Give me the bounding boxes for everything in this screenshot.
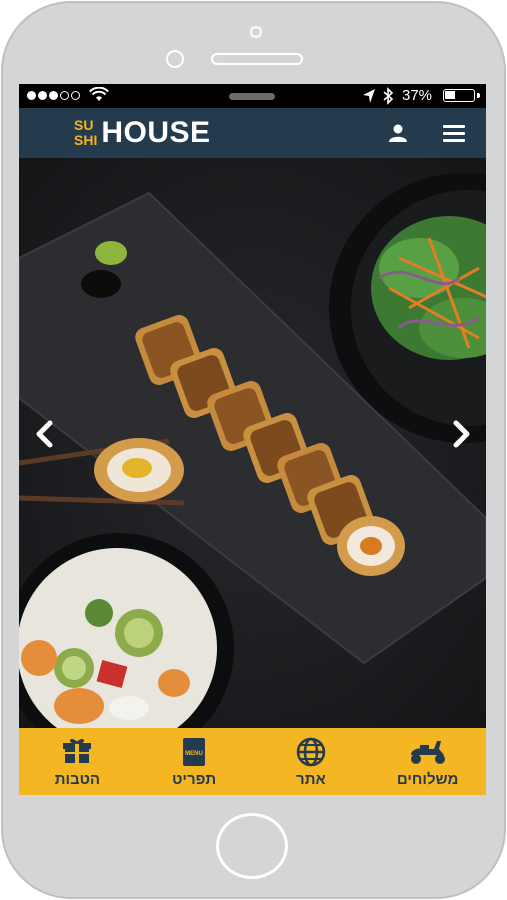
bluetooth-icon bbox=[383, 87, 394, 105]
logo-mark-top: SU bbox=[74, 117, 94, 133]
signal-dot bbox=[71, 91, 80, 100]
user-icon[interactable] bbox=[388, 124, 408, 142]
menu-book-icon: MENU bbox=[183, 738, 206, 766]
tab-menu[interactable]: MENU תפריט bbox=[144, 728, 244, 795]
scooter-icon bbox=[410, 741, 445, 764]
wasabi bbox=[95, 241, 127, 265]
home-button[interactable] bbox=[216, 813, 288, 879]
tab-menu-label: תפריט bbox=[172, 771, 217, 788]
signal-strength bbox=[27, 91, 80, 100]
soy-sauce bbox=[81, 270, 121, 298]
location-arrow-icon bbox=[363, 89, 375, 103]
front-camera bbox=[166, 50, 184, 68]
app-header: SU SHI HOUSE bbox=[19, 108, 486, 158]
signal-dot bbox=[27, 91, 36, 100]
battery-percent: 37% bbox=[402, 87, 433, 104]
battery-fill bbox=[445, 91, 455, 99]
chevron-right-icon[interactable] bbox=[451, 420, 473, 448]
status-bar: 37% bbox=[19, 84, 486, 108]
hero-carousel[interactable] bbox=[19, 158, 486, 728]
signal-dot bbox=[49, 91, 58, 100]
signal-dot bbox=[60, 91, 69, 100]
tab-website[interactable]: אתר bbox=[261, 728, 361, 795]
logo-mark-bottom: SHI bbox=[74, 132, 98, 148]
proximity-sensor bbox=[250, 26, 262, 38]
logo-wordmark: HOUSE bbox=[101, 116, 211, 149]
globe-icon bbox=[296, 737, 326, 767]
tab-benefits-label: הטבות bbox=[54, 771, 101, 788]
tab-deliveries[interactable]: משלוחים bbox=[378, 728, 478, 795]
battery-icon bbox=[443, 89, 475, 102]
hamburger-menu-icon[interactable] bbox=[443, 125, 465, 142]
menu-book-text: MENU bbox=[185, 751, 203, 757]
tab-deliveries-label: משלוחים bbox=[396, 771, 459, 788]
chevron-left-icon[interactable] bbox=[33, 420, 55, 448]
hero-food-image bbox=[19, 158, 486, 728]
tab-benefits[interactable]: הטבות bbox=[27, 728, 127, 795]
bottom-tab-bar: הטבות MENU תפריט אתר משלוחים bbox=[19, 728, 486, 795]
battery-tip bbox=[477, 93, 480, 98]
signal-dot bbox=[38, 91, 47, 100]
gift-icon bbox=[63, 738, 92, 763]
sushi-house-logo[interactable]: SU SHI HOUSE bbox=[74, 116, 211, 150]
wifi-icon bbox=[89, 87, 109, 101]
logo-mark: SU SHI bbox=[74, 118, 97, 148]
status-notch bbox=[229, 93, 275, 100]
tab-website-label: אתר bbox=[296, 771, 326, 788]
app-screen: 37% SU SHI HOUSE הטבות MENU תפריט אתר מש… bbox=[19, 84, 486, 795]
earpiece-speaker bbox=[211, 53, 303, 65]
